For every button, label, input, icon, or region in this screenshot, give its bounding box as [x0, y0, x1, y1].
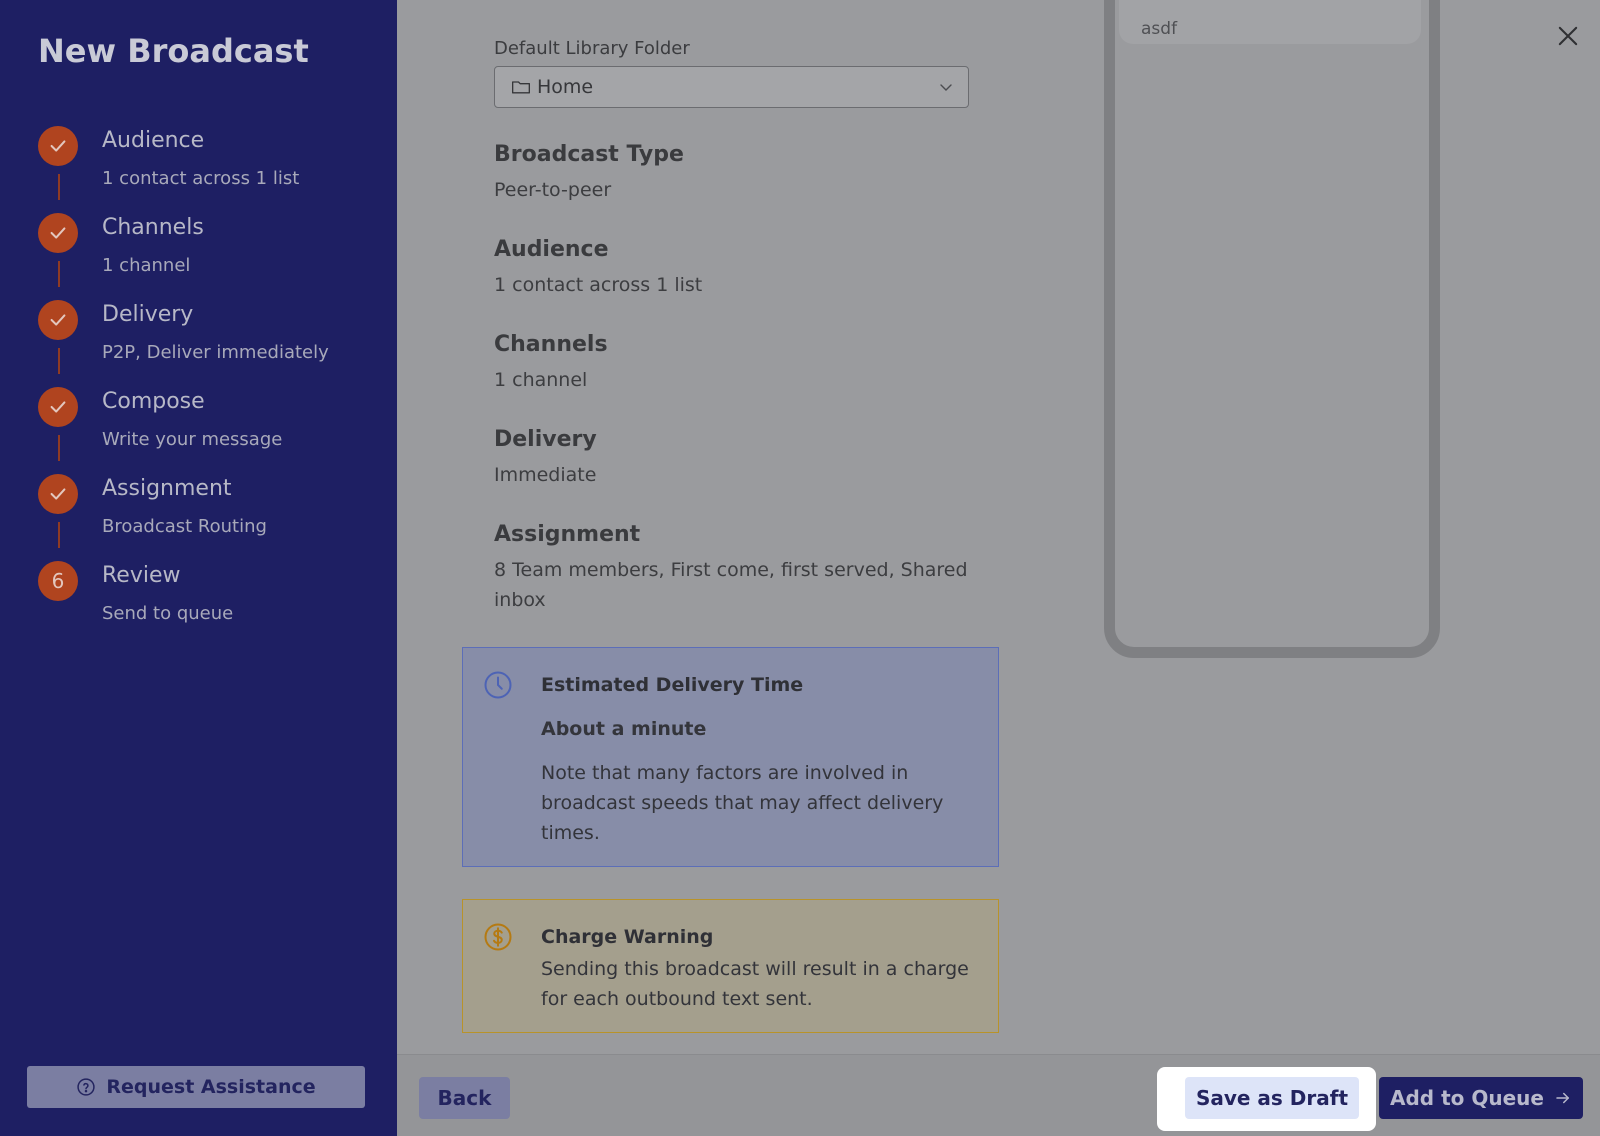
summary-channels: Channels 1 channel [494, 332, 974, 395]
summary-heading: Audience [494, 237, 609, 262]
back-button[interactable]: Back [419, 1077, 510, 1119]
footer-bar: Back Save as Draft Add to Queue [397, 1054, 1600, 1136]
summary-value: 1 contact across 1 list [494, 274, 703, 296]
step-connector [58, 348, 60, 374]
charge-warning-title: Charge Warning [541, 926, 714, 948]
summary-delivery: Delivery Immediate [494, 427, 974, 490]
step-title: Audience [102, 128, 205, 153]
message-preview-phone: asdf [1104, 0, 1440, 658]
folder-select[interactable]: Home [494, 66, 969, 108]
check-icon [38, 474, 78, 514]
step-subtitle: Write your message [102, 429, 283, 450]
step-subtitle: 1 channel [102, 255, 191, 276]
request-assistance-label: Request Assistance [106, 1076, 316, 1098]
message-preview-bubble: asdf [1119, 0, 1421, 44]
step-title: Review [102, 563, 181, 588]
estimated-delivery-title: Estimated Delivery Time [541, 674, 804, 696]
step-subtitle: Broadcast Routing [102, 516, 267, 537]
save-as-draft-button[interactable]: Save as Draft [1185, 1077, 1359, 1119]
clock-icon [484, 671, 512, 699]
sidebar: New Broadcast Audience 1 contact across … [0, 0, 397, 1136]
check-icon [38, 213, 78, 253]
help-circle-icon [77, 1078, 96, 1096]
step-title: Delivery [102, 302, 194, 327]
step-review[interactable]: 6 Review Send to queue [38, 561, 378, 641]
summary-heading: Delivery [494, 427, 597, 452]
step-number-badge: 6 [38, 561, 78, 601]
folder-icon [511, 81, 530, 94]
check-icon [38, 387, 78, 427]
chevron-down-icon [940, 84, 952, 91]
step-audience[interactable]: Audience 1 contact across 1 list [38, 126, 378, 206]
summary-heading: Channels [494, 332, 608, 357]
main-panel: Default Library Folder Home Broadcast Ty… [397, 0, 1600, 1136]
step-channels[interactable]: Channels 1 channel [38, 213, 378, 293]
close-icon[interactable] [1554, 22, 1582, 50]
estimated-delivery-note: Note that many factors are involved in b… [541, 762, 944, 844]
step-title: Compose [102, 389, 205, 414]
summary-broadcast-type: Broadcast Type Peer-to-peer [494, 142, 974, 205]
estimated-delivery-value: About a minute [541, 718, 707, 740]
check-icon [38, 126, 78, 166]
message-preview-text: asdf [1141, 19, 1178, 39]
add-to-queue-button[interactable]: Add to Queue [1379, 1077, 1583, 1119]
estimated-delivery-notice: Estimated Delivery Time About a minute N… [462, 647, 999, 867]
step-subtitle: P2P, Deliver immediately [102, 342, 329, 363]
summary-heading: Broadcast Type [494, 142, 684, 167]
folder-field-label: Default Library Folder [494, 38, 690, 59]
step-connector [58, 522, 60, 548]
step-subtitle: 1 contact across 1 list [102, 168, 300, 189]
request-assistance-button[interactable]: Request Assistance [27, 1066, 365, 1108]
step-connector [58, 174, 60, 200]
summary-heading: Assignment [494, 522, 641, 547]
dollar-icon [484, 923, 512, 951]
step-connector [58, 435, 60, 461]
summary-value: Immediate [494, 464, 597, 486]
sidebar-title: New Broadcast [38, 32, 309, 70]
step-title: Assignment [102, 476, 232, 501]
step-compose[interactable]: Compose Write your message [38, 387, 378, 467]
charge-warning-note: Sending this broadcast will result in a … [541, 958, 969, 1010]
summary-value: Peer-to-peer [494, 179, 612, 201]
summary-value: 1 channel [494, 369, 588, 391]
arrow-right-icon [1556, 1092, 1569, 1104]
folder-select-value: Home [537, 76, 594, 98]
add-to-queue-label: Add to Queue [1390, 1086, 1544, 1110]
step-delivery[interactable]: Delivery P2P, Deliver immediately [38, 300, 378, 380]
step-assignment[interactable]: Assignment Broadcast Routing [38, 474, 378, 554]
summary-audience: Audience 1 contact across 1 list [494, 237, 974, 300]
charge-warning-notice: Charge Warning Sending this broadcast wi… [462, 899, 999, 1033]
summary-assignment: Assignment 8 Team members, First come, f… [494, 522, 974, 615]
check-icon [38, 300, 78, 340]
step-subtitle: Send to queue [102, 603, 234, 624]
summary-value: 8 Team members, First come, first served… [494, 559, 968, 611]
step-title: Channels [102, 215, 204, 240]
step-connector [58, 261, 60, 287]
